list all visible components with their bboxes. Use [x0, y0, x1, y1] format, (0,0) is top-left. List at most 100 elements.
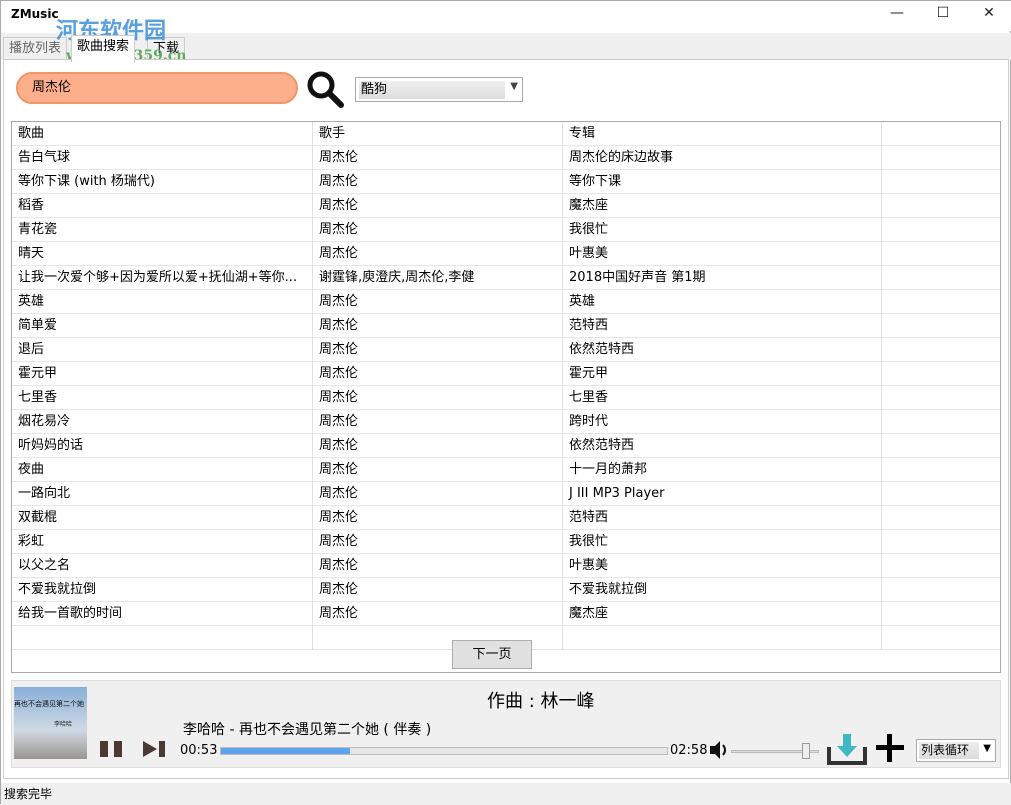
minimize-button[interactable]: —: [874, 1, 920, 27]
table-header: 歌曲 歌手 专辑: [12, 122, 1001, 146]
cell-empty: [882, 434, 1001, 458]
pause-icon[interactable]: [99, 740, 125, 758]
cell-empty: [882, 170, 1001, 194]
cell-empty: [882, 386, 1001, 410]
cell-song: 霍元甲: [12, 362, 313, 386]
table-row[interactable]: 英雄周杰伦英雄: [12, 290, 1001, 314]
cell-artist: 周杰伦: [313, 242, 563, 266]
play-mode-value: 列表循环: [919, 742, 979, 759]
cell-song: 烟花易冷: [12, 410, 313, 434]
cell-empty: [882, 506, 1001, 530]
cell-album: 2018中国好声音 第1期: [563, 266, 882, 290]
total-time: 02:58: [670, 743, 707, 758]
chevron-down-icon: ▼: [983, 743, 991, 754]
cell-song: 退后: [12, 338, 313, 362]
cell-album: 依然范特西: [563, 338, 882, 362]
table-row[interactable]: 等你下课 (with 杨瑞代)周杰伦等你下课: [12, 170, 1001, 194]
cell-artist: 周杰伦: [313, 362, 563, 386]
cover-title: 再也不会遇见第二个她: [14, 699, 84, 709]
cell-album: 依然范特西: [563, 434, 882, 458]
table-row[interactable]: 烟花易冷周杰伦跨时代: [12, 410, 1001, 434]
table-row[interactable]: 七里香周杰伦七里香: [12, 386, 1001, 410]
cell-album: 我很忙: [563, 218, 882, 242]
cover-artist: 李哈哈: [54, 719, 72, 728]
table-row[interactable]: 双截棍周杰伦范特西: [12, 506, 1001, 530]
cell-artist: 周杰伦: [313, 554, 563, 578]
cell-album: 十一月的萧邦: [563, 458, 882, 482]
cell-empty: [882, 362, 1001, 386]
table-row[interactable]: 彩虹周杰伦我很忙: [12, 530, 1001, 554]
cell-artist: 周杰伦: [313, 602, 563, 626]
volume-icon[interactable]: [708, 739, 730, 761]
table-row[interactable]: 简单爱周杰伦范特西: [12, 314, 1001, 338]
maximize-button[interactable]: ☐: [920, 1, 966, 27]
cell-empty: [882, 458, 1001, 482]
cell-artist: 周杰伦: [313, 410, 563, 434]
header-album[interactable]: 专辑: [563, 122, 882, 146]
cell-album: 七里香: [563, 386, 882, 410]
cell-song: 给我一首歌的时间: [12, 602, 313, 626]
cell-empty: [882, 482, 1001, 506]
table-row[interactable]: 给我一首歌的时间周杰伦魔杰座: [12, 602, 1001, 626]
cell-empty: [882, 602, 1001, 626]
lyric-line: 作曲 : 林一峰: [487, 687, 595, 713]
cell-empty: [882, 194, 1001, 218]
cell-artist: 谢霆锋,庾澄庆,周杰伦,李健: [313, 266, 563, 290]
add-icon[interactable]: [873, 734, 907, 762]
header-artist[interactable]: 歌手: [313, 122, 563, 146]
cell-album: 不爱我就拉倒: [563, 578, 882, 602]
table-row[interactable]: 告白气球周杰伦周杰伦的床边故事: [12, 146, 1001, 170]
cell-empty: [882, 218, 1001, 242]
search-icon[interactable]: [305, 69, 345, 109]
table-row[interactable]: 让我一次爱个够+因为爱所以爱+抚仙湖+等你...谢霆锋,庾澄庆,周杰伦,李健20…: [12, 266, 1001, 290]
table-row[interactable]: 晴天周杰伦叶惠美: [12, 242, 1001, 266]
cell-artist: 周杰伦: [313, 386, 563, 410]
next-track-icon[interactable]: [142, 740, 168, 758]
table-row[interactable]: 青花瓷周杰伦我很忙: [12, 218, 1001, 242]
source-select[interactable]: 酷狗▼: [355, 77, 523, 102]
progress-bar[interactable]: [220, 747, 668, 755]
table-row[interactable]: 听妈妈的话周杰伦依然范特西: [12, 434, 1001, 458]
cell-empty: [882, 530, 1001, 554]
cell-song: 等你下课 (with 杨瑞代): [12, 170, 313, 194]
progress-fill: [221, 748, 350, 754]
table-row[interactable]: 一路向北周杰伦J III MP3 Player: [12, 482, 1001, 506]
download-icon[interactable]: [827, 733, 867, 765]
cell-empty: [882, 266, 1001, 290]
cell-album: 魔杰座: [563, 602, 882, 626]
tab-song-search[interactable]: 歌曲搜索: [71, 35, 135, 62]
cell-album: 叶惠美: [563, 242, 882, 266]
table-row[interactable]: 退后周杰伦依然范特西: [12, 338, 1001, 362]
table-row[interactable]: 夜曲周杰伦十一月的萧邦: [12, 458, 1001, 482]
cell-empty: [882, 290, 1001, 314]
cell-empty: [882, 410, 1001, 434]
table-row[interactable]: 不爱我就拉倒周杰伦不爱我就拉倒: [12, 578, 1001, 602]
close-button[interactable]: ✕: [966, 1, 1011, 27]
cell-empty: [882, 146, 1001, 170]
now-playing-title: 李哈哈 - 再也不会遇见第二个她 ( 伴奏 ): [183, 719, 431, 739]
cell-song: [12, 626, 313, 650]
status-bar: 搜索完毕: [1, 783, 1011, 805]
cell-artist: 周杰伦: [313, 578, 563, 602]
table-row[interactable]: 稻香周杰伦魔杰座: [12, 194, 1001, 218]
cell-song: 告白气球: [12, 146, 313, 170]
cell-artist: 周杰伦: [313, 146, 563, 170]
cell-song: 稻香: [12, 194, 313, 218]
cell-artist: 周杰伦: [313, 194, 563, 218]
table-row[interactable]: 霍元甲周杰伦霍元甲: [12, 362, 1001, 386]
next-page-button[interactable]: 下一页: [452, 640, 532, 669]
volume-thumb[interactable]: [802, 743, 810, 759]
cell-album: 周杰伦的床边故事: [563, 146, 882, 170]
cell-album: J III MP3 Player: [563, 482, 882, 506]
header-song[interactable]: 歌曲: [12, 122, 313, 146]
cell-song: 青花瓷: [12, 218, 313, 242]
search-input[interactable]: 周杰伦: [16, 72, 298, 104]
album-cover: 再也不会遇见第二个她李哈哈: [14, 687, 87, 759]
chevron-down-icon: ▼: [510, 81, 518, 92]
cell-album: 跨时代: [563, 410, 882, 434]
play-mode-select[interactable]: 列表循环 ▼: [916, 739, 996, 762]
table-row[interactable]: 以父之名周杰伦叶惠美: [12, 554, 1001, 578]
cell-artist: 周杰伦: [313, 506, 563, 530]
cell-empty: [882, 314, 1001, 338]
cell-artist: 周杰伦: [313, 458, 563, 482]
